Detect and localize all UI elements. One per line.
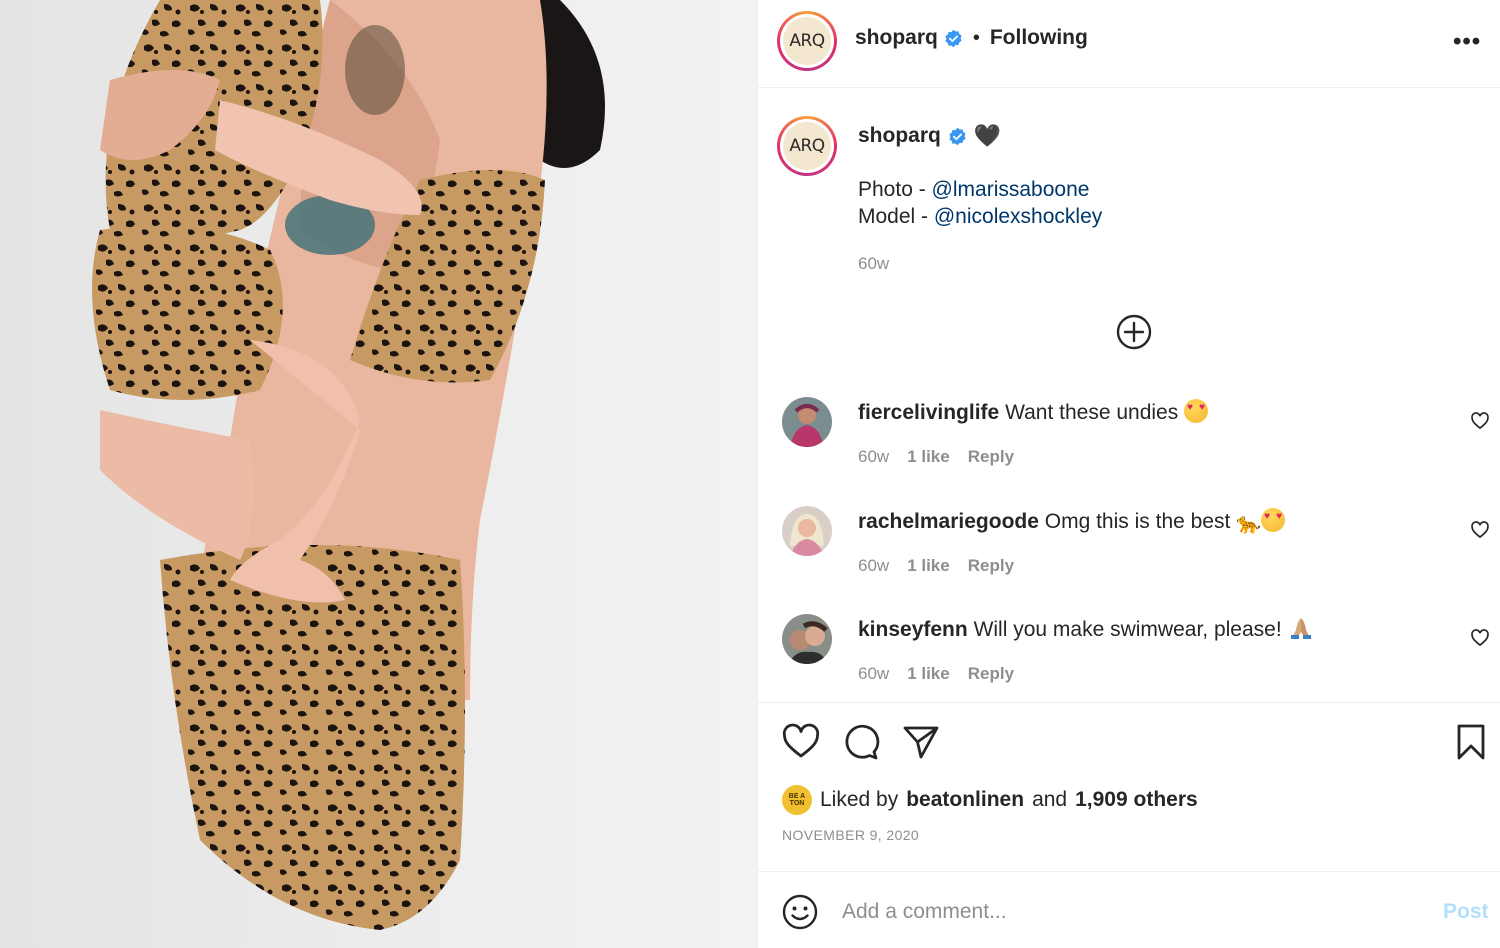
reply-button[interactable]: Reply [968, 664, 1014, 684]
comment-meta: 60w 1 like Reply [858, 556, 1014, 576]
liker-username[interactable]: beatonlinen [906, 788, 1024, 812]
comment-text: rachelmariegoode Omg this is the best 🐆 [858, 508, 1286, 536]
like-heart-icon[interactable] [781, 722, 821, 762]
comment-item: rachelmariegoode Omg this is the best 🐆 … [758, 506, 1500, 596]
liker-avatar[interactable]: BE A TON [782, 785, 812, 815]
post-comment-button[interactable]: Post [1443, 900, 1489, 924]
caption-username[interactable]: shoparq [858, 124, 941, 148]
more-options-icon[interactable]: ••• [1453, 28, 1481, 56]
verified-badge-icon [945, 29, 962, 47]
caption-photo-credit: Photo - @lmarissaboone [858, 178, 1089, 202]
likes-others-link[interactable]: 1,909 others [1075, 788, 1198, 812]
comment-time[interactable]: 60w [858, 664, 889, 684]
comment-body: Want these undies [1005, 401, 1179, 424]
caption-header: shoparq 🖤 [858, 123, 1001, 149]
comment-likes[interactable]: 1 like [907, 664, 950, 684]
emoji-smile-icon[interactable] [782, 894, 818, 930]
comment-body: Will you make swimwear, please! [973, 618, 1282, 641]
black-heart-emoji: 🖤 [973, 123, 1002, 148]
comment-input[interactable] [842, 894, 1402, 930]
post-date[interactable]: NOVEMBER 9, 2020 [782, 827, 919, 843]
reply-button[interactable]: Reply [968, 556, 1014, 576]
load-more-comments-icon[interactable] [1116, 314, 1152, 350]
likes-summary: BE A TON Liked by beatonlinen and 1,909 … [782, 785, 1198, 815]
caption-avatar[interactable]: ARQ [777, 116, 837, 176]
comment-username[interactable]: rachelmariegoode [858, 510, 1039, 533]
verified-badge-icon [949, 127, 966, 145]
post-photo[interactable] [0, 0, 757, 948]
caption-model-credit: Model - @nicolexshockley [858, 205, 1102, 229]
header-username[interactable]: shoparq [855, 26, 938, 50]
save-bookmark-icon[interactable] [1451, 722, 1491, 762]
share-paper-plane-icon[interactable] [901, 722, 941, 762]
brand-logo: ARQ [783, 17, 831, 65]
add-comment-bar: Post [758, 871, 1500, 948]
comment-like-heart-icon[interactable] [1470, 411, 1490, 431]
commenter-avatar[interactable] [782, 397, 832, 447]
post-detail-panel: ARQ shoparq • Following ••• ARQ shoparq … [757, 0, 1500, 948]
post-header: shoparq • Following [855, 26, 1088, 50]
folded-hands-emoji [1290, 618, 1311, 639]
comment-item: fiercelivinglife Want these undies 60w 1… [758, 397, 1500, 487]
comment-time[interactable]: 60w [858, 556, 889, 576]
comments-divider [758, 702, 1500, 703]
comment-meta: 60w 1 like Reply [858, 664, 1014, 684]
comment-text: kinseyfenn Will you make swimwear, pleas… [858, 616, 1314, 642]
comment-meta: 60w 1 like Reply [858, 447, 1014, 467]
comment-like-heart-icon[interactable] [1470, 520, 1490, 540]
header-avatar[interactable]: ARQ [777, 11, 837, 71]
following-button[interactable]: Following [990, 26, 1088, 50]
separator-dot: • [972, 26, 980, 49]
photo-mention-link[interactable]: @lmarissaboone [932, 178, 1090, 201]
caption-model-label: Model - [858, 205, 934, 228]
photo-illustration [92, 0, 605, 930]
comment-like-heart-icon[interactable] [1470, 628, 1490, 648]
header-divider [758, 87, 1500, 88]
leopard-emoji: 🐆 [1236, 513, 1262, 535]
liked-by-prefix: Liked by [820, 788, 899, 811]
comment-time[interactable]: 60w [858, 447, 889, 467]
comment-body: Omg this is the best [1044, 510, 1231, 533]
caption-photo-label: Photo - [858, 178, 932, 201]
comment-item: kinseyfenn Will you make swimwear, pleas… [758, 614, 1500, 704]
comment-text: fiercelivinglife Want these undies [858, 399, 1209, 425]
reply-button[interactable]: Reply [968, 447, 1014, 467]
action-bar [758, 722, 1500, 764]
heart-eyes-emoji [1184, 399, 1209, 423]
comment-likes[interactable]: 1 like [907, 447, 950, 467]
comment-icon[interactable] [841, 722, 881, 762]
heart-eyes-emoji [1261, 508, 1286, 532]
comment-username[interactable]: fiercelivinglife [858, 401, 999, 424]
commenter-avatar[interactable] [782, 614, 832, 664]
comment-username[interactable]: kinseyfenn [858, 618, 968, 641]
commenter-avatar[interactable] [782, 506, 832, 556]
brand-logo: ARQ [783, 122, 831, 170]
comment-likes[interactable]: 1 like [907, 556, 950, 576]
model-mention-link[interactable]: @nicolexshockley [934, 205, 1102, 228]
caption-timestamp[interactable]: 60w [858, 254, 889, 274]
liked-by-and: and [1032, 788, 1068, 811]
